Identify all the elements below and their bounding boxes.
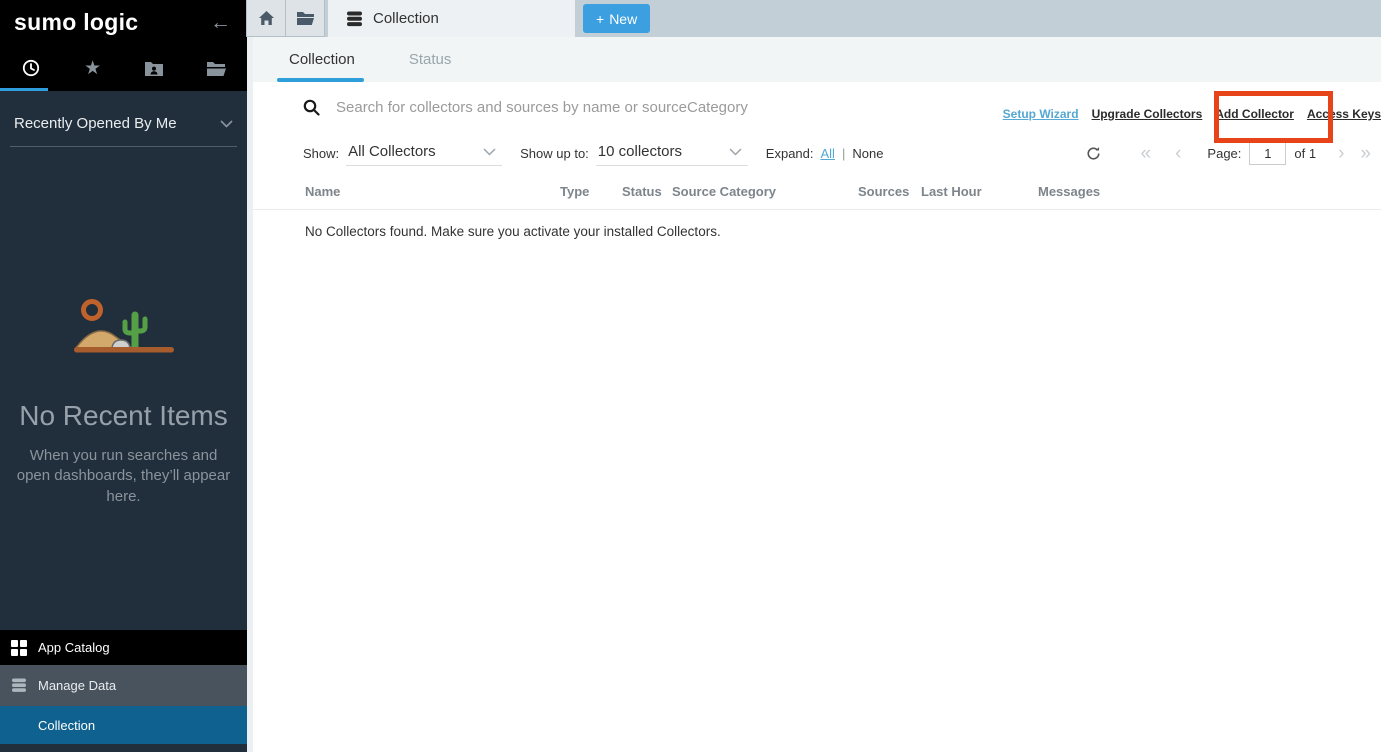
sidebar-item-label: App Catalog xyxy=(38,640,110,655)
favorites-tab[interactable]: ★ xyxy=(62,45,124,91)
database-icon xyxy=(0,678,38,693)
column-header-sources: Sources xyxy=(858,184,921,199)
refresh-button[interactable] xyxy=(1086,146,1101,161)
new-button[interactable]: + New xyxy=(583,4,650,33)
expand-label: Expand: xyxy=(766,146,814,161)
next-page-button[interactable]: › xyxy=(1338,144,1344,163)
no-recent-items-subtitle: When you run searches and open dashboard… xyxy=(14,446,234,507)
collector-action-links: Setup Wizard Upgrade Collectors Add Coll… xyxy=(1003,107,1381,121)
show-label: Show: xyxy=(303,146,339,161)
search-icon xyxy=(303,99,320,116)
show-up-to-label: Show up to: xyxy=(520,146,589,161)
access-keys-link[interactable]: Access Keys xyxy=(1307,107,1381,121)
add-collector-link[interactable]: Add Collector xyxy=(1215,107,1294,121)
page-number-input[interactable] xyxy=(1249,141,1286,165)
show-up-to-dropdown[interactable]: 10 collectors xyxy=(596,140,748,166)
chevron-down-icon xyxy=(220,120,233,128)
page-body: Collection Status Setup Wizard Upgrade C… xyxy=(247,37,1381,752)
desert-illustration xyxy=(68,295,180,369)
database-icon xyxy=(346,11,363,27)
page-of-label: of 1 xyxy=(1294,146,1316,161)
search-toolbar: Setup Wizard Upgrade Collectors Add Coll… xyxy=(253,82,1381,132)
library-button[interactable] xyxy=(285,0,325,37)
upgrade-collectors-link[interactable]: Upgrade Collectors xyxy=(1092,107,1203,121)
folder-icon xyxy=(296,11,315,26)
sidebar: sumo logic ← ★ Recently xyxy=(0,0,247,752)
sumo-logic-logo: sumo logic xyxy=(14,9,138,36)
home-icon xyxy=(258,10,275,26)
collapse-sidebar-icon[interactable]: ← xyxy=(210,12,231,33)
sidebar-bottom-strip xyxy=(0,744,247,752)
library-tab[interactable] xyxy=(185,45,247,91)
first-page-button[interactable]: « xyxy=(1141,144,1152,163)
search-input[interactable] xyxy=(336,99,766,116)
star-icon: ★ xyxy=(84,59,101,78)
clock-icon xyxy=(21,58,41,78)
tab-status-sub[interactable]: Status xyxy=(397,37,464,82)
logo-bar: sumo logic ← xyxy=(0,0,247,45)
expand-all-link[interactable]: All xyxy=(821,146,835,161)
empty-table-message: No Collectors found. Make sure you activ… xyxy=(253,210,1381,239)
shared-content-tab[interactable] xyxy=(124,45,186,91)
recent-scope-label: Recently Opened By Me xyxy=(14,115,177,132)
collection-content: Setup Wizard Upgrade Collectors Add Coll… xyxy=(253,82,1381,752)
recent-scope-dropdown[interactable]: Recently Opened By Me xyxy=(10,107,237,147)
main-area: Collection + New Collection Status Setup… xyxy=(247,0,1381,752)
expand-controls: Expand: All | None xyxy=(766,146,884,161)
sidebar-item-label: Collection xyxy=(38,718,95,733)
pagination: « ‹ Page: of 1 › » xyxy=(1086,136,1371,170)
no-recent-items-title: No Recent Items xyxy=(0,400,247,432)
sub-tab-bar: Collection Status xyxy=(253,37,1381,82)
prev-page-button[interactable]: ‹ xyxy=(1175,144,1181,163)
collectors-table-header: Name Type Status Source Category Sources… xyxy=(253,182,1381,210)
plus-icon: + xyxy=(596,11,604,27)
column-header-name: Name xyxy=(305,184,560,199)
open-folder-icon xyxy=(206,60,226,77)
sidebar-item-app-catalog[interactable]: App Catalog xyxy=(0,630,247,665)
sidebar-item-manage-data[interactable]: Manage Data xyxy=(0,665,247,706)
chevron-down-icon xyxy=(483,148,496,156)
show-dropdown-value: All Collectors xyxy=(348,143,436,160)
column-header-source-category: Source Category xyxy=(672,184,858,199)
filter-bar: Show: All Collectors Show up to: 10 coll… xyxy=(253,136,1381,170)
sidebar-icon-nav: ★ xyxy=(0,45,247,91)
expand-separator: | xyxy=(842,146,845,161)
tab-collection-sub[interactable]: Collection xyxy=(277,37,367,82)
recent-tab[interactable] xyxy=(0,45,62,91)
tab-title: Collection xyxy=(373,10,439,27)
setup-wizard-link[interactable]: Setup Wizard xyxy=(1003,107,1079,121)
top-tab-bar: Collection + New xyxy=(247,0,1381,37)
new-button-label: New xyxy=(609,11,637,27)
page-label: Page: xyxy=(1207,146,1241,161)
last-page-button[interactable]: » xyxy=(1360,144,1371,163)
shared-folder-icon xyxy=(144,60,164,77)
sidebar-item-label: Manage Data xyxy=(38,678,116,693)
column-header-status: Status xyxy=(622,184,672,199)
app-catalog-grid-icon xyxy=(0,640,38,656)
column-header-last-hour: Last Hour xyxy=(921,184,1038,199)
home-button[interactable] xyxy=(246,0,286,37)
active-nav-indicator xyxy=(0,88,48,91)
column-header-type: Type xyxy=(560,184,622,199)
column-header-messages: Messages xyxy=(1038,184,1381,199)
tab-collection[interactable]: Collection xyxy=(328,0,575,37)
chevron-down-icon xyxy=(729,148,742,156)
sidebar-item-collection[interactable]: Collection xyxy=(0,706,247,744)
show-dropdown[interactable]: All Collectors xyxy=(346,140,502,166)
refresh-icon xyxy=(1086,146,1101,161)
expand-none-link[interactable]: None xyxy=(852,146,883,161)
no-recent-items-block: No Recent Items When you run searches an… xyxy=(0,295,247,507)
sidebar-bottom-nav: App Catalog Manage Data Collection xyxy=(0,630,247,752)
show-up-to-value: 10 collectors xyxy=(598,143,682,160)
